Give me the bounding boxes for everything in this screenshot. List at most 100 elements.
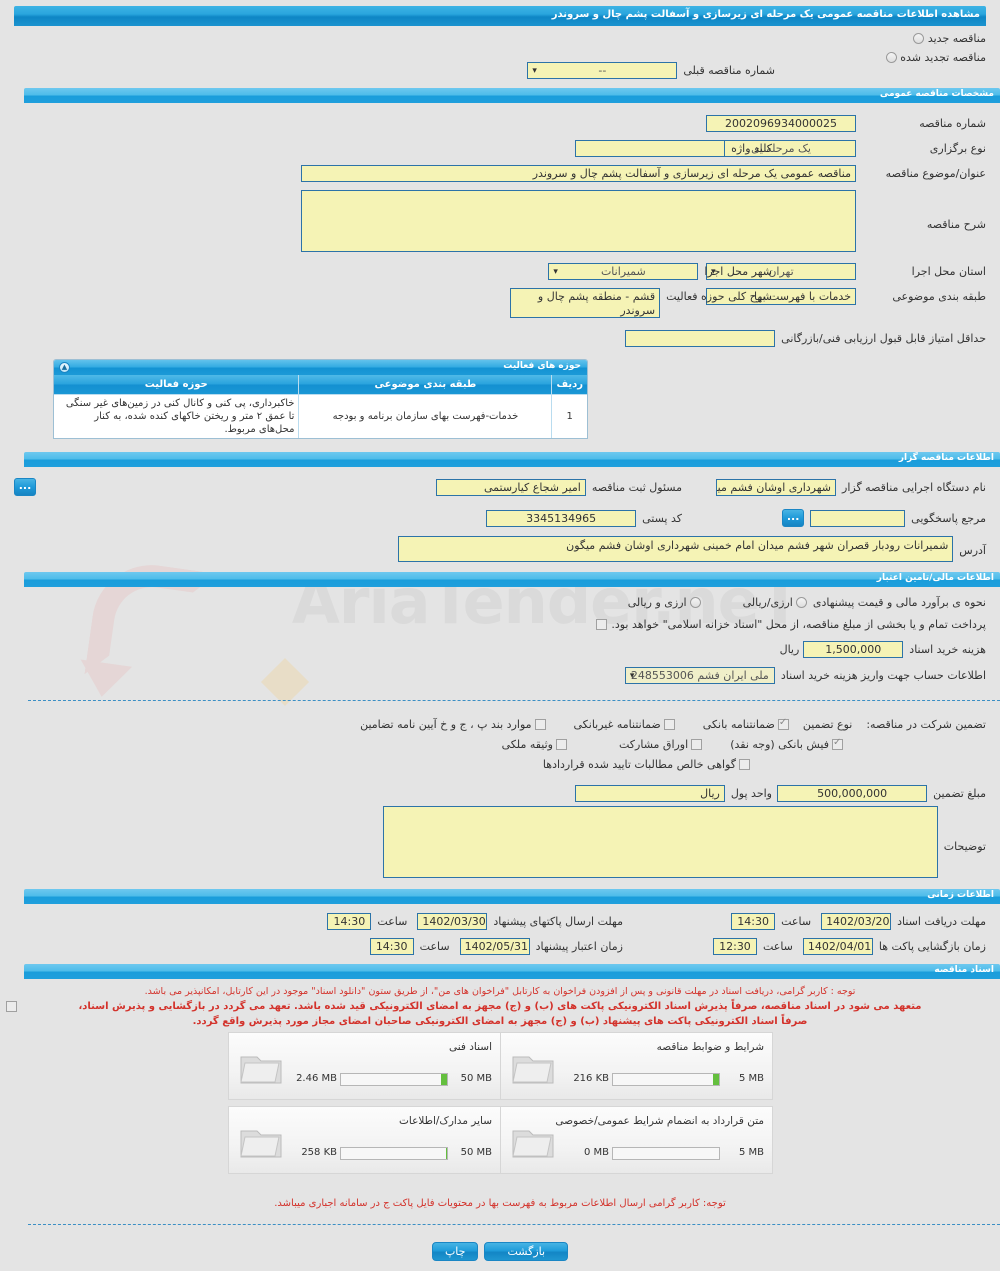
print-button[interactable]: چاپ bbox=[431, 1242, 479, 1261]
answer-ref-picker-button[interactable]: ... bbox=[782, 509, 805, 527]
currency-input[interactable]: ریال bbox=[574, 785, 725, 802]
registrar-input[interactable]: امیر شجاع کیارستمی bbox=[435, 479, 586, 496]
validity-hour-label: ساعت bbox=[419, 940, 450, 953]
submit-deadline-time-input[interactable]: 14:30 bbox=[327, 913, 372, 930]
section-timing-title: اطلاعات زمانی bbox=[927, 890, 994, 900]
radio-forex-rial-label: ارزی و ریالی bbox=[627, 596, 687, 609]
submit-deadline-date-input[interactable]: 1402/03/30 bbox=[417, 913, 488, 930]
checkbox-documents-acknowledge[interactable] bbox=[6, 1001, 17, 1012]
previous-tender-number-select[interactable]: ▾ -- bbox=[527, 62, 678, 79]
guarantee-notes-textarea[interactable] bbox=[382, 806, 938, 878]
doc-receive-hour-label: ساعت bbox=[781, 915, 812, 928]
address-textarea[interactable]: شمیرانات رودبار قصران شهر فشم میدان امام… bbox=[398, 536, 954, 562]
radio-new-tender[interactable] bbox=[913, 33, 925, 44]
attachment-card-other[interactable]: سایر مدارک/اطلاعات 258 KB 50 MB bbox=[228, 1106, 500, 1174]
estimate-method-group: نحوه ی برآورد مالی و قیمت پیشنهادی ارزی/… bbox=[628, 596, 986, 609]
guarantee-row-3: گواهی خالص مطالبات تایید شده قراردادها bbox=[543, 758, 750, 771]
chevron-down-icon: ▾ bbox=[553, 267, 558, 277]
guarantee-amount-input[interactable]: 500,000,000 bbox=[777, 785, 928, 802]
keyword-input[interactable] bbox=[575, 140, 726, 157]
tender-number-label: شماره مناقصه bbox=[919, 117, 986, 130]
province-label: استان محل اجرا bbox=[911, 265, 986, 278]
checkbox-nonbank-guarantee[interactable] bbox=[663, 719, 675, 730]
attachment-card-terms-max: 5 MB bbox=[738, 1073, 764, 1084]
submit-deadline-label: مهلت ارسال پاکتهای پیشنهاد bbox=[493, 915, 623, 928]
activity-scopes-title: حوزه های فعالیت bbox=[503, 361, 581, 371]
checkbox-property-collateral[interactable] bbox=[556, 739, 567, 750]
guarantee-type-label: نوع تضمین bbox=[802, 718, 853, 731]
attachment-card-terms[interactable]: شرایط و ضوابط مناقصه 216 KB 5 MB bbox=[500, 1032, 773, 1100]
radio-rial-label: ارزی/ریالی bbox=[742, 596, 793, 609]
back-button[interactable]: بازگشت bbox=[484, 1242, 569, 1261]
section-documents-bar: اسناد مناقصه bbox=[24, 964, 1000, 979]
opening-time-input[interactable]: 12:30 bbox=[712, 938, 757, 955]
holding-type-label: نوع برگزاری bbox=[929, 142, 986, 155]
registrar-picker-button[interactable]: ... bbox=[14, 478, 36, 496]
validity-date-input[interactable]: 1402/05/31 bbox=[459, 938, 530, 955]
attachment-card-contract[interactable]: متن قرارداد به انضمام شرایط عمومی/خصوصی … bbox=[500, 1106, 773, 1174]
chevron-down-icon: ▾ bbox=[532, 66, 537, 76]
tender-number-input[interactable]: 2002096934000025 bbox=[706, 115, 856, 132]
checkbox-participation-bonds-label: اوراق مشارکت bbox=[619, 738, 689, 751]
tender-type-group: مناقصه جدید مناقصه تجدید شده bbox=[786, 32, 986, 64]
section-organizer-title: اطلاعات مناقصه گزار bbox=[898, 453, 994, 463]
answer-ref-input[interactable] bbox=[810, 509, 906, 527]
checkbox-bank-receipt[interactable] bbox=[832, 737, 843, 750]
attachment-card-other-usage-bar bbox=[340, 1147, 448, 1160]
currency-label: واحد پول bbox=[730, 787, 772, 800]
activity-scope-input[interactable]: قشم - منطقه پشم چال و سروندر bbox=[510, 288, 661, 318]
checkbox-participation-bonds[interactable] bbox=[691, 739, 703, 750]
attachment-card-technical-usage-bar bbox=[340, 1073, 448, 1086]
doc-receive-time-input[interactable]: 14:30 bbox=[731, 913, 776, 930]
guarantee-notes-label: توضیحات bbox=[943, 840, 986, 853]
address-field: آدرس شمیرانات رودبار قصران شهر فشم میدان… bbox=[398, 536, 986, 562]
attachment-card-contract-max: 5 MB bbox=[738, 1147, 764, 1158]
checkbox-net-claims-certificate[interactable] bbox=[739, 759, 750, 770]
description-textarea[interactable] bbox=[301, 190, 856, 252]
account-select[interactable]: ▾ ملی ایران فشم 248553006 bbox=[624, 667, 775, 684]
checkbox-regulation-clauses[interactable] bbox=[534, 719, 546, 730]
section-general-info-bar: مشخصات مناقصه عمومی bbox=[24, 88, 1000, 103]
divider-footer bbox=[28, 1224, 1000, 1225]
postal-code-label: کد پستی bbox=[642, 512, 682, 525]
tender-type-new-row[interactable]: مناقصه جدید bbox=[786, 32, 986, 45]
radio-renewed-tender[interactable] bbox=[885, 52, 897, 63]
opening-date-input[interactable]: 1402/04/01 bbox=[802, 938, 873, 955]
cell-classification: خدمات-فهرست بهای سازمان برنامه و بودجه bbox=[298, 393, 552, 438]
postal-code-input[interactable]: 3345134965 bbox=[486, 510, 637, 527]
opening-field: زمان بازگشایی پاکت ها 1402/04/01 ساعت 12… bbox=[712, 938, 986, 955]
documents-bottom-notice: توجه: کاربر گرامی ارسال اطلاعات مربوط به… bbox=[274, 1198, 726, 1209]
treasury-note-checkbox[interactable] bbox=[596, 619, 608, 630]
checkbox-property-collateral-label: وثیقه ملکی bbox=[501, 738, 553, 751]
attachment-card-technical-title: اسناد فنی bbox=[448, 1041, 492, 1053]
guarantee-type-row: تضمین شرکت در مناقصه: نوع تضمین ضمانتنام… bbox=[360, 717, 986, 731]
radio-forex-rial[interactable] bbox=[689, 597, 701, 608]
attachment-card-terms-used: 216 KB bbox=[573, 1073, 609, 1084]
folder-icon bbox=[240, 1056, 282, 1084]
min-score-input[interactable] bbox=[625, 330, 776, 347]
documents-notice-1: توجه : کاربر گرامی، دریافت اسناد در مهلت… bbox=[144, 986, 856, 997]
attachment-card-technical[interactable]: اسناد فنی 2.46 MB 50 MB bbox=[228, 1032, 500, 1100]
guarantee-row-2: فیش بانکی (وجه نقد) اوراق مشارکت وثیقه م… bbox=[501, 737, 843, 751]
registrar-label: مسئول ثبت مناقصه bbox=[591, 481, 682, 494]
estimate-method-label: نحوه ی برآورد مالی و قیمت پیشنهادی bbox=[812, 596, 986, 609]
treasury-note-row: پرداخت تمام و یا بخشی از مبلغ مناقصه، از… bbox=[596, 618, 986, 631]
currency-field: واحد پول ریال bbox=[574, 785, 772, 802]
attachment-card-contract-title: متن قرارداد به انضمام شرایط عمومی/خصوصی bbox=[555, 1115, 764, 1127]
doc-cost-input[interactable]: 1,500,000 bbox=[803, 641, 904, 658]
radio-rial[interactable] bbox=[795, 597, 807, 608]
validity-time-input[interactable]: 14:30 bbox=[369, 938, 414, 955]
table-row: 1 خدمات-فهرست بهای سازمان برنامه و بودجه… bbox=[54, 393, 587, 438]
collapse-icon[interactable]: ▲ bbox=[59, 362, 70, 373]
col-activity-scope: حوزه فعالیت bbox=[54, 375, 299, 394]
doc-receive-date-input[interactable]: 1402/03/20 bbox=[821, 913, 892, 930]
opening-label: زمان بازگشایی پاکت ها bbox=[878, 940, 986, 953]
city-select[interactable]: ▾ شمیرانات bbox=[548, 263, 699, 280]
attachment-card-technical-used: 2.46 MB bbox=[296, 1073, 337, 1084]
tender-type-renewed-row[interactable]: مناقصه تجدید شده bbox=[786, 51, 986, 64]
executive-org-input[interactable]: شهرداری اوشان فشم میگو bbox=[716, 479, 837, 496]
checkbox-bank-guarantee[interactable] bbox=[777, 717, 789, 730]
activity-scopes-header: حوزه های فعالیت ▲ bbox=[54, 360, 587, 375]
subject-input[interactable]: مناقصه عمومی یک مرحله ای زیرسازی و آسفال… bbox=[301, 165, 856, 182]
subject-label: عنوان/موضوع مناقصه bbox=[885, 167, 986, 180]
